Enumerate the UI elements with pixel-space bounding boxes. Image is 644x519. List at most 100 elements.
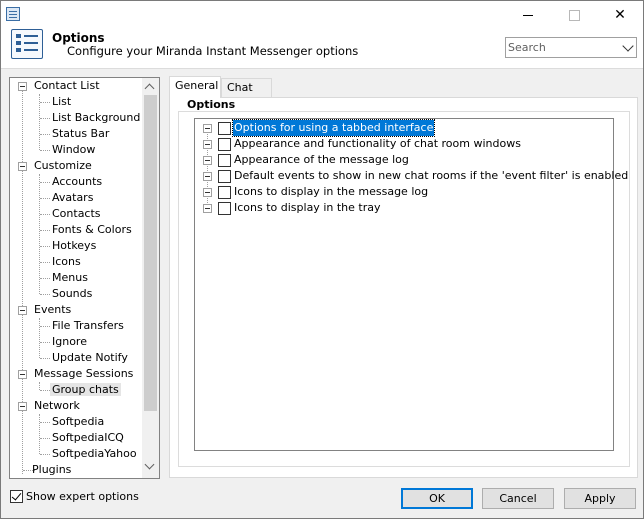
tree-item-label: Update Notify — [52, 351, 128, 364]
option-label: Appearance of the message log — [234, 153, 409, 166]
tab-general[interactable]: General — [169, 76, 221, 98]
tree-item-label: List — [52, 95, 72, 108]
tree-item-ignore[interactable]: Ignore — [40, 334, 89, 350]
page-title: Options — [52, 31, 105, 45]
tree-line — [40, 454, 50, 455]
tree-line — [40, 262, 50, 263]
expand-icon[interactable] — [18, 306, 27, 315]
checkbox[interactable] — [218, 186, 231, 199]
tree-item-events[interactable]: Events — [18, 302, 73, 318]
tree-item-message-sessions[interactable]: Message Sessions — [18, 366, 135, 382]
options-tree[interactable]: Contact List List List Background Status… — [9, 77, 160, 479]
expert-label: Show expert options — [26, 490, 139, 503]
apply-button[interactable]: Apply — [564, 488, 636, 509]
tree-scrollbar[interactable] — [142, 78, 159, 478]
expand-icon[interactable] — [18, 370, 27, 379]
tree-item-label: SoftpediaYahoo — [52, 447, 137, 460]
tree-item-plugins[interactable]: Plugins — [30, 462, 73, 478]
expand-icon[interactable] — [18, 82, 27, 91]
tree-item-label: Plugins — [32, 463, 72, 476]
tree-item-sounds[interactable]: Sounds — [40, 286, 94, 302]
ok-button[interactable]: OK — [401, 488, 473, 509]
tree-item-contact-list[interactable]: Contact List — [18, 78, 102, 94]
tree-item-menus[interactable]: Menus — [40, 270, 90, 286]
tree-item-softpedia-icq[interactable]: SoftpediaICQ — [40, 430, 126, 446]
close-icon: ✕ — [614, 7, 626, 23]
cancel-button[interactable]: Cancel — [482, 488, 554, 509]
chevron-down-icon[interactable] — [622, 40, 634, 52]
expand-icon[interactable] — [203, 188, 212, 197]
scroll-down-icon[interactable] — [144, 459, 155, 470]
option-label: Icons to display in the tray — [234, 201, 381, 214]
scroll-up-icon[interactable] — [144, 83, 155, 94]
tree-item-contacts[interactable]: Contacts — [40, 206, 103, 222]
checkbox[interactable] — [218, 138, 231, 151]
tree-line — [40, 182, 50, 183]
tree-item-update-notify[interactable]: Update Notify — [40, 350, 130, 366]
minimize-button[interactable] — [505, 1, 551, 29]
app-options-icon — [6, 7, 20, 21]
tree-item-hotkeys[interactable]: Hotkeys — [40, 238, 98, 254]
search-input[interactable] — [508, 40, 620, 55]
tree-item-label: List Background — [52, 111, 141, 124]
tree-line — [40, 214, 50, 215]
close-button[interactable]: ✕ — [597, 1, 643, 29]
expand-icon[interactable] — [18, 162, 27, 171]
checkbox[interactable] — [218, 154, 231, 167]
options-list[interactable]: Options for using a tabbed interface App… — [194, 118, 628, 451]
tree-line — [40, 246, 50, 247]
tree-item-group-chats[interactable]: Group chats — [40, 382, 121, 398]
tree-item-list[interactable]: List — [40, 94, 73, 110]
tree-item-label: Hotkeys — [52, 239, 97, 252]
tree-line — [40, 198, 50, 199]
option-label: Options for using a tabbed interface — [231, 119, 436, 137]
tree-line — [40, 294, 50, 295]
tree-item-label: Contacts — [52, 207, 101, 220]
tree-item-label: Customize — [34, 159, 92, 172]
tree-item-status-bar[interactable]: Status Bar — [40, 126, 111, 142]
expand-icon[interactable] — [18, 402, 27, 411]
tree-item-label: Icons — [52, 255, 81, 268]
expert-checkbox[interactable] — [10, 490, 23, 503]
scroll-thumb[interactable] — [144, 95, 157, 411]
checkbox[interactable] — [218, 170, 231, 183]
expand-icon[interactable] — [203, 172, 212, 181]
tree-line — [40, 358, 50, 359]
expand-icon[interactable] — [203, 156, 212, 165]
search-box[interactable] — [505, 37, 637, 58]
tree-line — [22, 86, 23, 474]
title-bar: ✕ — [1, 1, 643, 29]
tree-line — [40, 150, 50, 151]
tree-line — [40, 326, 50, 327]
tree-item-file-transfers[interactable]: File Transfers — [40, 318, 126, 334]
expand-icon[interactable] — [203, 204, 212, 213]
maximize-button[interactable] — [551, 1, 597, 29]
tab-chat-log[interactable]: Chat Log — [221, 78, 272, 112]
tree-item-customize[interactable]: Customize — [18, 158, 94, 174]
tree-item-label: Group chats — [50, 383, 121, 396]
tree-line — [40, 438, 50, 439]
expand-icon[interactable] — [203, 124, 212, 133]
option-label: Icons to display in the message log — [234, 185, 429, 198]
checkbox[interactable] — [218, 202, 231, 215]
tree-line — [40, 278, 50, 279]
tree-item-window[interactable]: Window — [40, 142, 97, 158]
tree-item-network[interactable]: Network — [18, 398, 82, 414]
tree-item-label: Menus — [52, 271, 88, 284]
tree-item-avatars[interactable]: Avatars — [40, 190, 95, 206]
tree-line — [40, 230, 50, 231]
expand-icon[interactable] — [203, 140, 212, 149]
tree-item-label: File Transfers — [52, 319, 124, 332]
tree-item-softpedia[interactable]: Softpedia — [40, 414, 106, 430]
tree-item-accounts[interactable]: Accounts — [40, 174, 104, 190]
tree-item-fonts-colors[interactable]: Fonts & Colors — [40, 222, 134, 238]
checkbox[interactable] — [218, 122, 231, 135]
tree-item-icons[interactable]: Icons — [40, 254, 83, 270]
tree-line — [40, 102, 50, 103]
tree-item-softpedia-yahoo[interactable]: SoftpediaYahoo — [40, 446, 139, 462]
options-checklist-icon — [11, 29, 43, 59]
tree-item-label: Sounds — [52, 287, 93, 300]
tree-item-label: Events — [34, 303, 72, 316]
tree-item-list-background[interactable]: List Background — [40, 110, 142, 126]
page-subtitle: Configure your Miranda Instant Messenger… — [67, 44, 359, 58]
